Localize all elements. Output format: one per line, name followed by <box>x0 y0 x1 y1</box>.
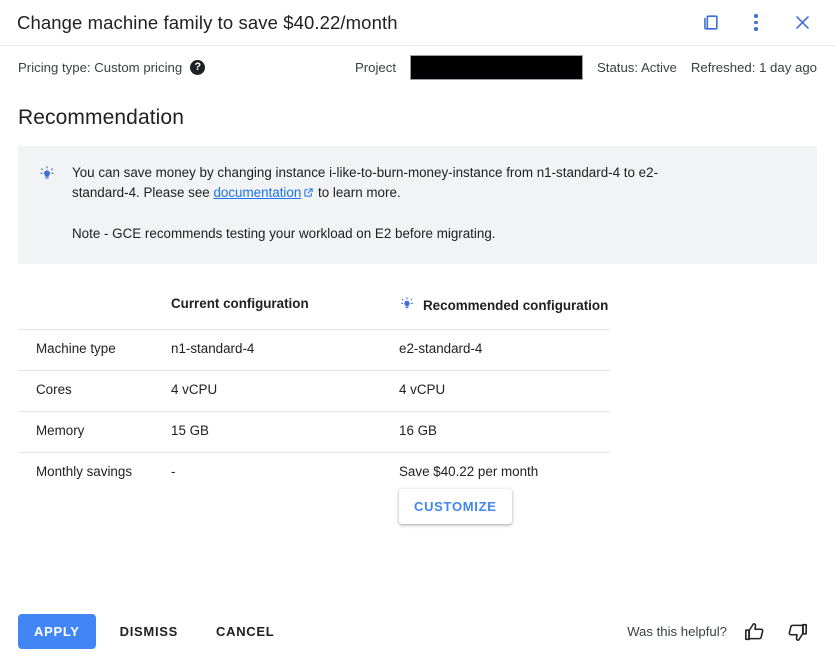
status-badge: Status: Active <box>597 60 677 75</box>
project-label: Project <box>355 60 396 75</box>
row-recommended-value: 4 vCPU <box>399 382 610 397</box>
documentation-link[interactable]: documentation <box>213 185 301 200</box>
row-recommended-value: e2-standard-4 <box>399 341 610 356</box>
table-row: Machine type n1-standard-4 e2-standard-4 <box>18 330 610 371</box>
lightbulb-icon <box>38 163 72 188</box>
row-recommended-value: 16 GB <box>399 423 610 438</box>
row-recommended-value: Save $40.22 per month <box>399 464 610 479</box>
meta-bar: Pricing type: Custom pricing ? Project S… <box>0 46 835 88</box>
table-header-recommended: Recommended configuration <box>399 296 610 315</box>
more-vert-dots <box>754 12 758 34</box>
table-header-current: Current configuration <box>171 296 399 311</box>
row-current-value: n1-standard-4 <box>171 341 399 356</box>
dismiss-button[interactable]: DISMISS <box>106 614 192 649</box>
dialog-body: Recommendation You can save money by cha… <box>0 106 835 534</box>
recommendation-note: Note - GCE recommends testing your workl… <box>72 224 662 244</box>
table-header-row: Current configuration Recommended config… <box>18 290 610 330</box>
lightbulb-icon <box>399 296 415 315</box>
cancel-button[interactable]: CANCEL <box>202 614 288 649</box>
page-title: Change machine family to save $40.22/mon… <box>17 12 697 34</box>
customize-button[interactable]: CUSTOMIZE <box>399 489 512 524</box>
help-icon[interactable]: ? <box>190 60 205 75</box>
copy-icon[interactable] <box>697 10 723 36</box>
helpful-label: Was this helpful? <box>627 624 727 639</box>
more-vert-icon[interactable] <box>743 10 769 36</box>
dialog-footer: APPLY DISMISS CANCEL Was this helpful? <box>0 600 835 663</box>
row-label: Machine type <box>18 341 171 356</box>
dialog-header: Change machine family to save $40.22/mon… <box>0 0 835 46</box>
pricing-type-label: Pricing type: Custom pricing <box>18 60 182 75</box>
configuration-comparison-table: Current configuration Recommended config… <box>18 290 610 534</box>
external-link-icon[interactable] <box>303 184 314 204</box>
header-actions <box>697 10 821 36</box>
row-current-value: 15 GB <box>171 423 399 438</box>
thumb-down-icon[interactable] <box>783 618 811 646</box>
apply-button[interactable]: APPLY <box>18 614 96 649</box>
project-value-redacted <box>410 55 583 80</box>
table-row: Cores 4 vCPU 4 vCPU <box>18 371 610 412</box>
row-current-value: - <box>171 464 399 479</box>
row-label: Cores <box>18 382 171 397</box>
feedback-group: Was this helpful? <box>627 618 817 646</box>
recommendation-text: You can save money by changing instance … <box>72 163 662 244</box>
row-label: Memory <box>18 423 171 438</box>
recommendation-panel: You can save money by changing instance … <box>18 146 817 264</box>
table-header-recommended-label: Recommended configuration <box>423 298 608 313</box>
table-row: Monthly savings - Save $40.22 per month … <box>18 453 610 534</box>
refreshed-label: Refreshed: 1 day ago <box>691 60 817 75</box>
meta-right-group: Project Status: Active Refreshed: 1 day … <box>355 55 817 80</box>
table-row: Memory 15 GB 16 GB <box>18 412 610 453</box>
row-current-value: 4 vCPU <box>171 382 399 397</box>
thumb-up-icon[interactable] <box>741 618 769 646</box>
pricing-type-group: Pricing type: Custom pricing ? <box>18 60 205 75</box>
recommendation-text-after: to learn more. <box>314 185 400 200</box>
row-recommended-cell: Save $40.22 per month CUSTOMIZE <box>399 464 610 524</box>
row-label: Monthly savings <box>18 464 171 479</box>
close-icon[interactable] <box>789 10 815 36</box>
section-title-recommendation: Recommendation <box>18 106 817 130</box>
